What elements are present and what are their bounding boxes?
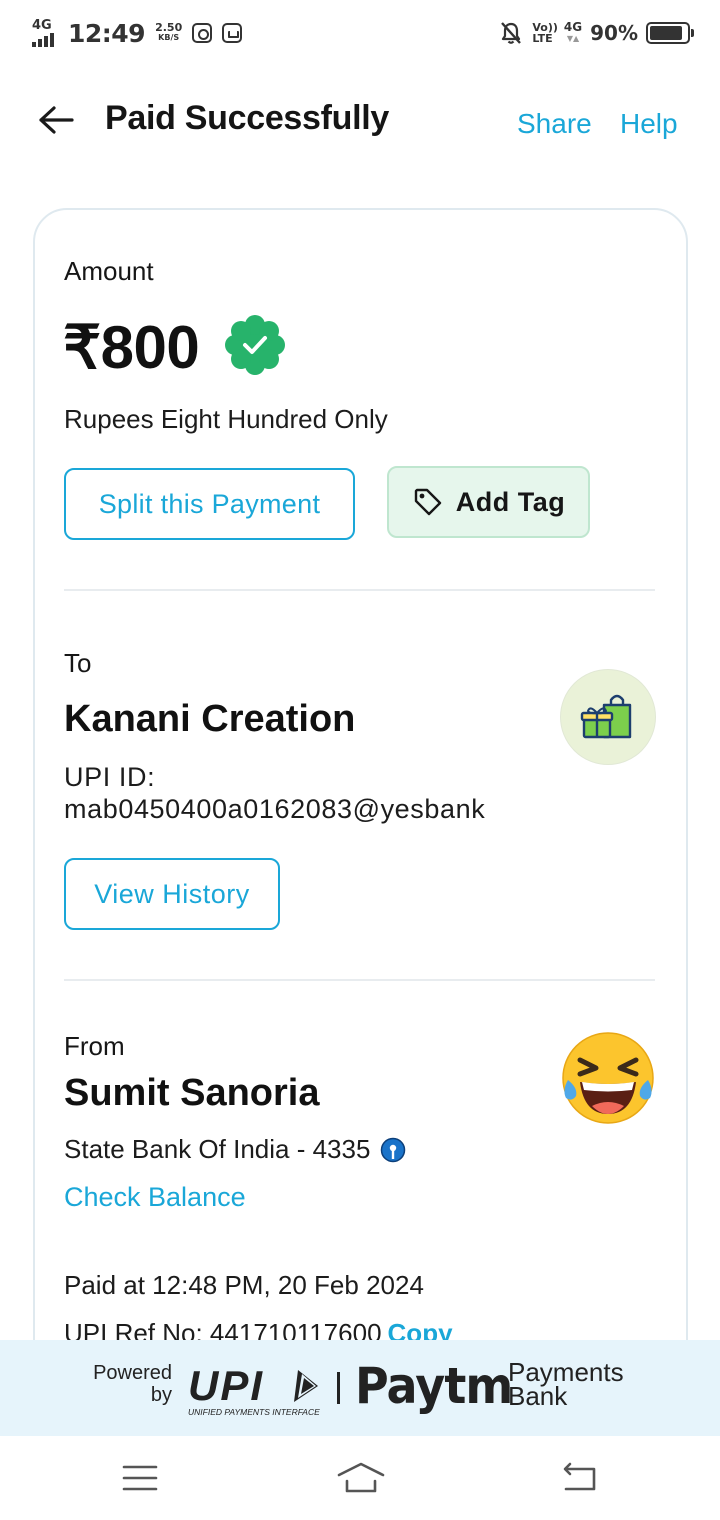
paytm-logo: Paytm xyxy=(355,1357,513,1415)
upi-logo-text: UPI xyxy=(188,1362,264,1409)
upi-id-label: UPI ID: xyxy=(64,762,156,792)
status-bar-right: Vo)) LTE 4G ▼▲ 90% xyxy=(500,16,694,50)
check-balance-link[interactable]: Check Balance xyxy=(64,1182,246,1213)
logo-separator xyxy=(337,1372,340,1404)
battery-percent: 90% xyxy=(590,21,638,45)
verified-badge-icon xyxy=(225,315,285,375)
tag-icon xyxy=(414,488,441,516)
upi-tagline: UNIFIED PAYMENTS INTERFACE xyxy=(188,1407,320,1417)
home-icon xyxy=(337,1462,385,1493)
upi-id-value: mab0450400a0162083@yesbank xyxy=(64,794,486,824)
payer-name: Sumit Sanoria xyxy=(64,1072,320,1114)
status-bar-left: 4G 12:49 2.50 KB/S xyxy=(32,16,243,50)
payee-name: Kanani Creation xyxy=(64,698,356,740)
network-4g-label: 4G xyxy=(563,20,583,34)
paid-at-timestamp: Paid at 12:48 PM, 20 Feb 2024 xyxy=(64,1270,424,1300)
network-4g-indicator: 4G ▼▲ xyxy=(564,21,582,45)
volte-indicator: Vo)) LTE xyxy=(532,22,558,44)
nav-menu-button[interactable] xyxy=(118,1458,162,1498)
nav-back-button[interactable] xyxy=(558,1458,602,1498)
split-payment-button[interactable]: Split this Payment xyxy=(64,468,355,540)
help-link[interactable]: Help xyxy=(620,108,678,140)
powered-by-footer: Powered by UPI UNIFIED PAYMENTS INTERFAC… xyxy=(0,1340,720,1436)
shopping-bag-gift-icon xyxy=(580,694,632,739)
bank-account-text: State Bank Of India - 4335 xyxy=(64,1134,371,1164)
data-arrows-icon: ▼▲ xyxy=(566,34,580,43)
bell-muted-icon xyxy=(501,22,522,44)
upi-ref-line: UPI Ref No: 441710117600 Copy xyxy=(64,1318,453,1340)
divider xyxy=(64,979,655,981)
payments-bank-line2: Bank xyxy=(508,1381,568,1411)
share-link[interactable]: Share xyxy=(517,108,592,140)
status-time: 12:49 xyxy=(68,18,146,48)
upi-logo: UPI UNIFIED PAYMENTS INTERFACE xyxy=(188,1362,320,1417)
volte-bottom: LTE xyxy=(532,32,553,45)
bank-account-line: State Bank Of India - 4335 xyxy=(64,1134,406,1165)
message-notification-icon xyxy=(222,23,243,43)
network-speed-value: 2.50 xyxy=(155,21,183,34)
sbi-logo-icon xyxy=(381,1137,406,1162)
add-tag-label: Add Tag xyxy=(455,486,566,517)
payments-bank-text: Payments Bank xyxy=(508,1359,624,1411)
view-history-button[interactable]: View History xyxy=(64,858,280,930)
signal-icon: 4G xyxy=(32,18,62,47)
system-nav-bar xyxy=(0,1436,720,1520)
network-speed-unit: KB/S xyxy=(158,33,180,42)
add-tag-button[interactable]: Add Tag xyxy=(387,466,590,538)
divider xyxy=(64,589,655,591)
to-label: To xyxy=(64,648,92,678)
amount-in-words: Rupees Eight Hundred Only xyxy=(64,404,388,434)
back-arrow-icon xyxy=(39,106,74,134)
battery-icon xyxy=(646,22,694,44)
copy-ref-link[interactable]: Copy xyxy=(388,1318,453,1340)
return-arrow-icon xyxy=(563,1462,596,1491)
amount-value: ₹800 xyxy=(63,314,200,381)
from-label: From xyxy=(64,1031,125,1061)
instagram-notification-icon xyxy=(192,23,213,43)
powered-by-line2: by xyxy=(150,1384,172,1406)
merchant-avatar xyxy=(560,669,656,765)
menu-lines-icon xyxy=(122,1465,158,1491)
network-speed: 2.50 KB/S xyxy=(155,21,183,43)
amount-label: Amount xyxy=(64,256,154,286)
status-bar: 4G 12:49 2.50 KB/S Vo)) LTE 4G ▼▲ 90% xyxy=(0,0,720,66)
laughing-emoji-icon xyxy=(562,1032,654,1124)
powered-by-text: Powered by xyxy=(84,1362,172,1406)
upi-ref-number: UPI Ref No: 441710117600 xyxy=(64,1318,382,1340)
powered-by-line1: Powered xyxy=(93,1362,172,1384)
back-button[interactable] xyxy=(36,100,76,140)
battery-fill xyxy=(650,26,683,40)
network-type-label: 4G xyxy=(32,18,52,33)
app-header: Paid Successfully Share Help xyxy=(0,80,720,160)
nav-home-button[interactable] xyxy=(336,1458,386,1498)
page-title: Paid Successfully xyxy=(105,99,390,137)
